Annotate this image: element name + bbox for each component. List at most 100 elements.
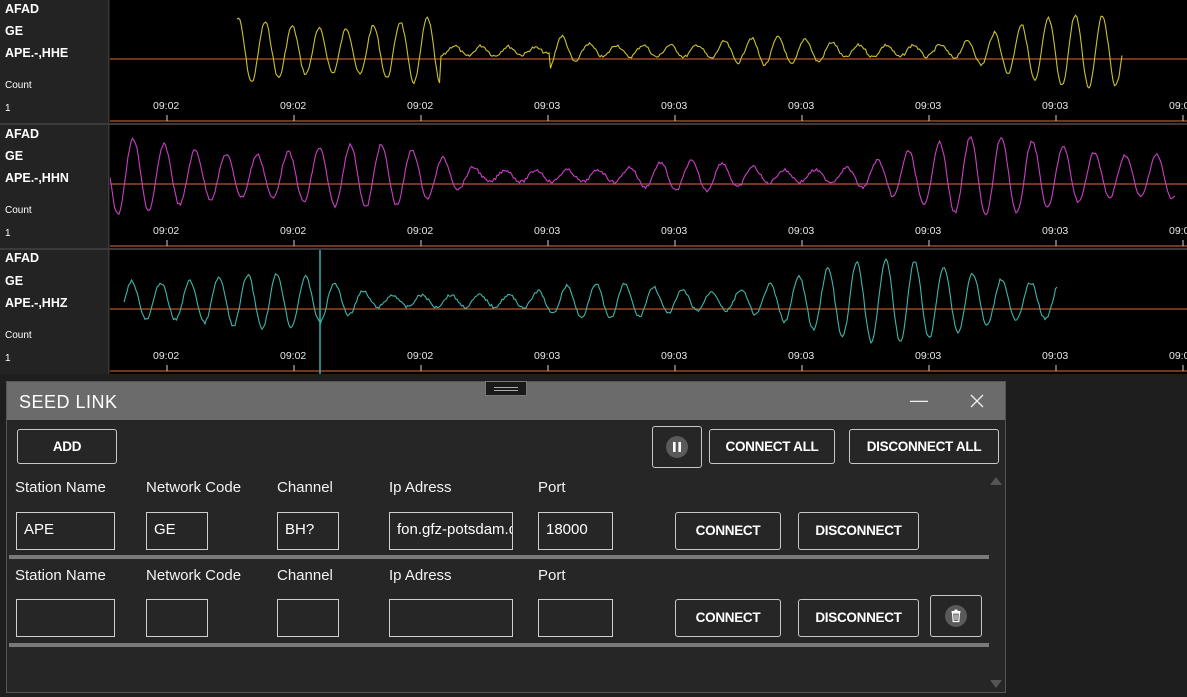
scroll-down-icon[interactable]	[990, 680, 1002, 688]
waveform-trace	[110, 135, 1176, 216]
count-label: Count	[5, 80, 32, 91]
time-tick: 09:03	[915, 350, 941, 362]
delete-row-button[interactable]	[930, 595, 982, 637]
network-code-label: Network Code	[146, 479, 242, 496]
dialog-title: SEED LINK	[19, 392, 118, 412]
channel-label: Channel	[277, 567, 333, 584]
waveform-plot-hhe[interactable]: 09:02 09:02 09:02 09:03 09:03 09:03 09:0…	[110, 0, 1187, 124]
time-tick: 09:03	[915, 100, 941, 112]
channel-panel-hhn: AFAD GE APE.-,HHN Count 1 09:02 09:02 09…	[0, 125, 1187, 249]
station-name-label: Station Name	[15, 567, 106, 584]
network-code-input[interactable]	[146, 599, 208, 637]
close-icon	[970, 394, 984, 408]
waveform-svg: 09:02 09:02 09:02 09:03 09:03 09:03 09:0…	[110, 135, 1187, 247]
port-label: Port	[538, 479, 566, 496]
close-button[interactable]	[964, 390, 990, 412]
channel-info-hhe: AFAD GE APE.-,HHE Count 1	[0, 0, 109, 124]
network-code: GE	[5, 149, 24, 163]
waveform-svg: 09:02 09:02 09:02 09:03 09:03 09:03 09:0…	[110, 250, 1187, 374]
ip-address-input[interactable]: fon.gfz-potsdam.de	[389, 512, 513, 550]
time-tick: 09:03	[1042, 350, 1068, 362]
waveform-trace	[123, 257, 1058, 345]
count-label: Count	[5, 205, 32, 216]
network-code: GE	[5, 274, 24, 288]
station-name-input[interactable]: APE	[16, 512, 115, 550]
channel-info-hhn: AFAD GE APE.-,HHN Count 1	[0, 125, 109, 249]
network-code-label: Network Code	[146, 567, 242, 584]
time-tick: 09:02	[153, 350, 179, 362]
time-tick: 09:03	[915, 225, 941, 237]
time-tick: 09:03	[788, 350, 814, 362]
time-tick: 09:03	[661, 100, 687, 112]
time-tick: 09:0	[1169, 100, 1187, 112]
time-tick: 09:03	[788, 225, 814, 237]
stream-name: APE.-,HHE	[5, 46, 69, 60]
waveform-plot-hhn[interactable]: 09:02 09:02 09:02 09:03 09:03 09:03 09:0…	[110, 125, 1187, 249]
connect-button[interactable]: CONNECT	[675, 599, 781, 637]
channel-input[interactable]: BH?	[277, 512, 339, 550]
channel-info-hhz: AFAD GE APE.-,HHZ Count 1	[0, 250, 109, 374]
time-tick: 09:02	[407, 100, 433, 112]
time-tick: 09:03	[661, 350, 687, 362]
ip-address-label: Ip Adress	[389, 479, 452, 496]
count-value: 1	[5, 103, 11, 114]
ip-address-label: Ip Adress	[389, 567, 452, 584]
waveform-svg: 09:02 09:02 09:02 09:03 09:03 09:03 09:0…	[110, 14, 1187, 122]
network-code-input[interactable]: GE	[146, 512, 208, 550]
stream-name: APE.-,HHN	[5, 171, 69, 185]
port-label: Port	[538, 567, 566, 584]
disconnect-button[interactable]: DISCONNECT	[798, 512, 919, 550]
minimize-icon: —	[910, 390, 928, 410]
connect-all-button[interactable]: CONNECT ALL	[709, 429, 835, 464]
port-input[interactable]: 18000	[538, 512, 613, 550]
pause-button[interactable]	[652, 426, 702, 468]
time-tick: 09:03	[788, 100, 814, 112]
connect-button[interactable]: CONNECT	[675, 512, 781, 550]
station-name-input[interactable]	[16, 599, 115, 637]
disconnect-button[interactable]: DISCONNECT	[798, 599, 919, 637]
time-tick: 09:0	[1169, 225, 1187, 237]
port-input[interactable]	[538, 599, 613, 637]
network-label: AFAD	[5, 127, 40, 141]
tick-group: 09:02 09:02 09:02 09:03 09:03 09:03 09:0…	[153, 225, 1187, 237]
time-tick: 09:03	[534, 350, 560, 362]
time-tick: 09:02	[153, 100, 179, 112]
time-tick: 09:03	[661, 225, 687, 237]
add-button[interactable]: ADD	[17, 429, 117, 464]
pause-icon	[666, 436, 688, 458]
count-label: Count	[5, 330, 32, 341]
station-name-label: Station Name	[15, 479, 106, 496]
tick-group: 09:02 09:02 09:02 09:03 09:03 09:03 09:0…	[153, 100, 1187, 112]
channel-label: Channel	[277, 479, 333, 496]
time-tick: 09:02	[280, 225, 306, 237]
count-value: 1	[5, 353, 11, 364]
channel-panel-hhz: AFAD GE APE.-,HHZ Count 1 09:02 09:02 09…	[0, 250, 1187, 374]
waveform-plot-hhz[interactable]: 09:02 09:02 09:02 09:03 09:03 09:03 09:0…	[110, 250, 1187, 374]
time-tick: 09:03	[1042, 100, 1068, 112]
seedlink-dialog: SEED LINK — ADD CONNECT ALL DISCONNECT A…	[6, 381, 1006, 693]
trash-icon	[945, 605, 967, 627]
channel-input[interactable]	[277, 599, 339, 637]
resize-grip[interactable]	[485, 381, 527, 396]
network-code: GE	[5, 24, 24, 38]
scroll-up-icon[interactable]	[990, 477, 1002, 485]
time-tick: 09:02	[280, 100, 306, 112]
tick-group: 09:02 09:02 09:02 09:03 09:03 09:03 09:0…	[153, 350, 1187, 362]
time-tick: 09:02	[280, 350, 306, 362]
time-tick: 09:0	[1169, 350, 1187, 362]
channel-panel-hhe: AFAD GE APE.-,HHE Count 1 09:02 09:02 09…	[0, 0, 1187, 124]
network-label: AFAD	[5, 251, 40, 265]
row-separator	[9, 555, 989, 559]
row-separator	[9, 643, 989, 647]
waveform-trace	[236, 14, 1123, 89]
time-tick: 09:02	[407, 350, 433, 362]
count-value: 1	[5, 228, 11, 239]
time-tick: 09:02	[153, 225, 179, 237]
disconnect-all-button[interactable]: DISCONNECT ALL	[849, 429, 999, 464]
time-tick: 09:03	[1042, 225, 1068, 237]
stream-name: APE.-,HHZ	[5, 296, 68, 310]
minimize-button[interactable]: —	[906, 390, 932, 412]
time-tick: 09:03	[534, 225, 560, 237]
ip-address-input[interactable]	[389, 599, 513, 637]
time-tick: 09:03	[534, 100, 560, 112]
